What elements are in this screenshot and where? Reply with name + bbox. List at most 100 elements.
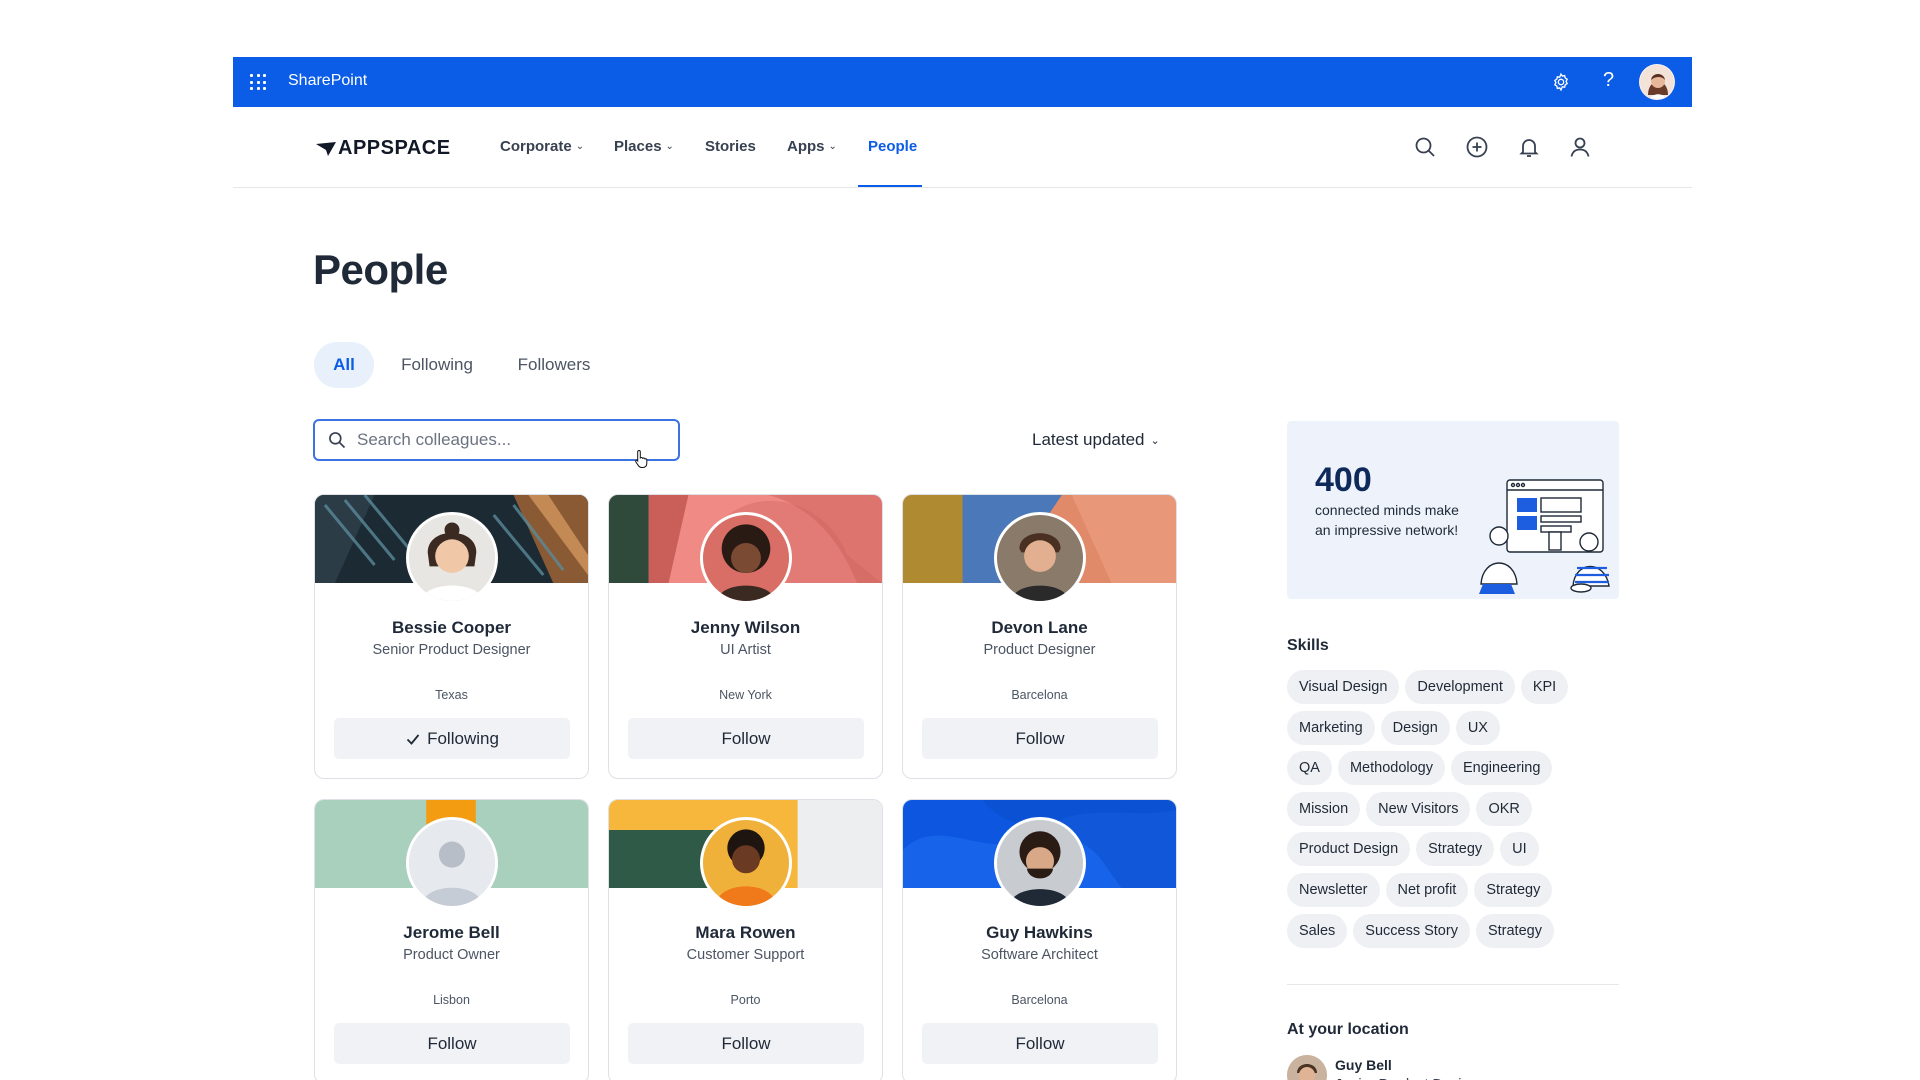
skill-chip[interactable]: Visual Design <box>1287 670 1400 704</box>
sharepoint-title[interactable]: SharePoint <box>288 72 367 90</box>
add-circle-icon[interactable] <box>1465 135 1489 159</box>
skill-chip[interactable]: UI <box>1500 832 1539 867</box>
skill-chip[interactable]: QA <box>1287 751 1332 786</box>
tab-followers[interactable]: Followers <box>508 342 600 388</box>
skill-chip[interactable]: Strategy <box>1475 913 1554 948</box>
sort-dropdown[interactable]: Latest updated ⌄ <box>1032 430 1160 450</box>
search-input[interactable] <box>357 430 637 450</box>
skill-chip[interactable]: Methodology <box>1337 751 1445 786</box>
help-icon[interactable]: ? <box>1603 69 1614 92</box>
skill-chip[interactable]: Net profit <box>1385 872 1469 907</box>
avatar <box>1287 1055 1327 1080</box>
sharepoint-bar: SharePoint ? <box>233 57 1692 107</box>
bell-icon[interactable] <box>1517 135 1541 159</box>
person-location: Barcelona <box>1011 688 1068 702</box>
follow-button[interactable]: Follow <box>334 1023 570 1064</box>
appspace-logo-icon <box>316 141 336 156</box>
button-label: Follow <box>427 1033 477 1053</box>
follow-button[interactable]: Follow <box>922 1023 1158 1064</box>
nav-item-label: Stories <box>705 138 756 155</box>
chevron-down-icon: ⌄ <box>575 141 585 152</box>
nav-item-stories[interactable]: Stories <box>705 138 756 155</box>
person-name[interactable]: Devon Lane <box>903 618 1176 638</box>
section-divider <box>1287 984 1619 985</box>
person-location: New York <box>719 688 772 702</box>
nav-item-apps[interactable]: Apps ⌄ <box>787 138 837 155</box>
person-avatar <box>406 512 498 604</box>
person-name[interactable]: Mara Rowen <box>609 923 882 943</box>
person-name[interactable]: Bessie Cooper <box>315 618 588 638</box>
sort-label: Latest updated <box>1032 430 1145 449</box>
nav-item-corporate[interactable]: Corporate ⌄ <box>500 138 584 155</box>
gear-icon[interactable] <box>1551 72 1571 92</box>
skill-chip[interactable]: Success Story <box>1353 913 1470 948</box>
person-avatar <box>994 817 1086 909</box>
skill-chip[interactable]: Strategy <box>1416 832 1495 867</box>
skill-chip[interactable]: Product Design <box>1287 832 1411 867</box>
person-card[interactable]: Guy Hawkins Software Architect Barcelona… <box>902 799 1177 1080</box>
tab-all[interactable]: All <box>314 342 374 388</box>
chevron-down-icon: ⌄ <box>828 141 837 152</box>
search-box[interactable] <box>313 419 680 461</box>
person-avatar <box>700 817 792 909</box>
person-name[interactable]: Jerome Bell <box>315 923 588 943</box>
button-label: Follow <box>1015 1033 1065 1053</box>
person-card[interactable]: Jerome Bell Product Owner Lisbon Follow <box>314 799 589 1080</box>
button-label: Follow <box>1015 728 1065 748</box>
nav-item-label: Corporate <box>500 138 572 155</box>
skill-chip[interactable]: KPI <box>1520 670 1569 704</box>
appspace-logo[interactable]: APPSPACE <box>316 137 451 160</box>
network-promo: 400 connected minds make an impressive n… <box>1287 421 1619 599</box>
search-icon <box>329 432 346 449</box>
chevron-down-icon: ⌄ <box>1150 434 1160 447</box>
skill-chip[interactable]: UX <box>1455 710 1500 745</box>
button-label: Following <box>427 728 499 748</box>
person-card[interactable]: Bessie Cooper Senior Product Designer Te… <box>314 494 589 779</box>
location-heading: At your location <box>1287 1021 1409 1038</box>
user-icon[interactable] <box>1568 135 1592 159</box>
person-location: Porto <box>730 993 761 1007</box>
skill-chip[interactable]: Newsletter <box>1287 872 1380 907</box>
chevron-down-icon: ⌄ <box>665 141 674 152</box>
person-avatar-placeholder <box>406 817 498 909</box>
person-role: Product Designer <box>983 642 1096 658</box>
skill-chip[interactable]: New Visitors <box>1366 791 1471 826</box>
person-card[interactable]: Jenny Wilson UI Artist New York Follow <box>608 494 883 779</box>
location-person-name[interactable]: Guy Bell <box>1335 1057 1392 1073</box>
person-avatar <box>994 512 1086 604</box>
skill-chip[interactable]: Development <box>1405 670 1515 704</box>
person-card[interactable]: Mara Rowen Customer Support Porto Follow <box>608 799 883 1080</box>
follow-button[interactable]: Follow <box>922 718 1158 759</box>
follow-button[interactable]: Follow <box>628 1023 864 1064</box>
skill-chip[interactable]: Mission <box>1287 791 1361 826</box>
skill-chip[interactable]: Engineering <box>1450 751 1553 786</box>
skills-heading: Skills <box>1287 637 1329 654</box>
skill-chip[interactable]: Strategy <box>1474 872 1553 907</box>
person-location: Texas <box>435 688 468 702</box>
person-name[interactable]: Guy Hawkins <box>903 923 1176 943</box>
follow-button[interactable]: Follow <box>628 718 864 759</box>
person-location: Lisbon <box>433 993 470 1007</box>
avatar[interactable] <box>1639 64 1675 100</box>
app-launcher-icon[interactable] <box>250 74 266 90</box>
page-title: People <box>313 246 448 293</box>
button-label: Follow <box>721 1033 771 1053</box>
skill-chip[interactable]: OKR <box>1476 791 1532 826</box>
skill-chip[interactable]: Sales <box>1287 913 1348 948</box>
person-name[interactable]: Jenny Wilson <box>609 618 882 638</box>
network-illustration <box>1479 479 1610 594</box>
search-icon[interactable] <box>1413 135 1437 159</box>
person-location: Barcelona <box>1011 993 1068 1007</box>
active-nav-indicator <box>858 185 922 187</box>
person-card[interactable]: Devon Lane Product Designer Barcelona Fo… <box>902 494 1177 779</box>
skill-chip[interactable]: Marketing <box>1287 710 1375 745</box>
nav-item-people[interactable]: People <box>868 138 917 155</box>
check-icon <box>406 733 420 745</box>
hand-cursor-icon <box>635 449 648 468</box>
skill-chip[interactable]: Design <box>1380 710 1450 745</box>
nav-item-label: People <box>868 138 918 155</box>
button-label: Follow <box>721 728 771 748</box>
tab-following[interactable]: Following <box>389 342 485 388</box>
nav-item-places[interactable]: Places ⌄ <box>614 138 674 155</box>
following-button[interactable]: Following <box>334 718 570 759</box>
